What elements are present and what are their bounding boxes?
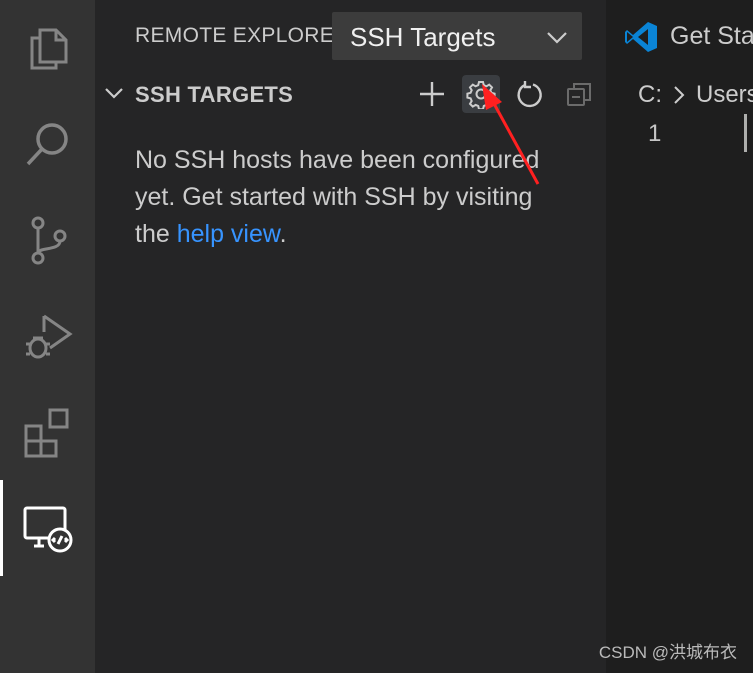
tab-label: Get Sta <box>670 22 753 50</box>
refresh-button[interactable] <box>511 75 549 113</box>
run-debug-icon <box>25 314 73 359</box>
section-title: SSH TARGETS <box>135 82 294 107</box>
activity-source-control[interactable] <box>0 192 95 288</box>
chevron-down-icon <box>547 32 567 44</box>
collapse-all-button[interactable] <box>560 75 598 113</box>
breadcrumb-drive[interactable]: C: <box>638 81 662 109</box>
search-icon <box>26 123 68 166</box>
ssh-targets-section-header[interactable]: SSH TARGETS <box>95 72 606 116</box>
remote-explorer-icon <box>23 506 72 553</box>
sidebar: REMOTE EXPLORER SSH Targets SSH TARGETS <box>95 0 606 673</box>
sidebar-title: REMOTE EXPLORER <box>135 24 350 47</box>
sidebar-header: REMOTE EXPLORER SSH Targets <box>95 0 606 72</box>
breadcrumb[interactable]: C: Users <box>638 80 753 110</box>
activity-extensions[interactable] <box>0 384 95 480</box>
vscode-logo-icon <box>625 22 657 52</box>
breadcrumb-folder[interactable]: Users <box>696 81 753 109</box>
text-cursor <box>744 114 747 152</box>
tab-bar: Get Sta <box>606 0 753 72</box>
activity-bar <box>0 0 95 673</box>
tab-get-started[interactable]: Get Sta <box>606 0 753 72</box>
plus-icon <box>420 82 444 106</box>
line-number: 1 <box>648 120 662 147</box>
chevron-right-icon <box>674 86 685 104</box>
activity-search[interactable] <box>0 96 95 192</box>
files-icon <box>30 28 67 70</box>
add-new-ssh-host-button[interactable] <box>413 75 451 113</box>
empty-state-message: No SSH hosts have been configured yet. G… <box>135 142 565 253</box>
gear-icon <box>466 81 496 109</box>
activity-remote-explorer[interactable] <box>0 480 95 576</box>
activity-run-debug[interactable] <box>0 288 95 384</box>
source-control-icon <box>31 216 66 265</box>
message-period: . <box>279 220 287 248</box>
help-view-link[interactable]: help view <box>177 220 280 248</box>
remote-type-dropdown[interactable]: SSH Targets <box>332 12 582 60</box>
configure-button[interactable] <box>462 75 500 113</box>
watermark: CSDN @洪城布衣 <box>598 643 737 662</box>
dropdown-value: SSH Targets <box>350 22 496 52</box>
collapse-all-icon <box>567 83 591 106</box>
extensions-icon <box>24 408 68 458</box>
refresh-icon <box>517 81 542 108</box>
chevron-down-icon[interactable] <box>103 84 125 104</box>
editor-area: Get Sta C: Users 1 CSDN @洪城布衣 <box>599 0 753 673</box>
activity-explorer[interactable] <box>0 0 95 96</box>
